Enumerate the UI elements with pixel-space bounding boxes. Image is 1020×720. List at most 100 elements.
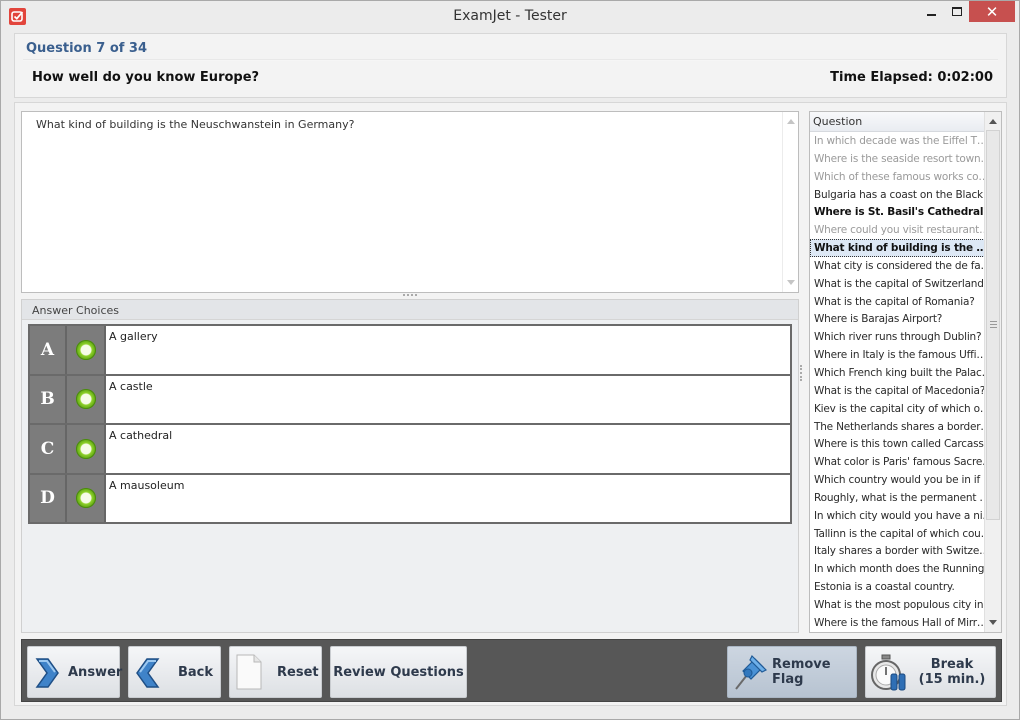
maximize-icon — [952, 7, 962, 16]
break-label-line2: (15 min.) — [918, 672, 986, 687]
horizontal-splitter-handle[interactable] — [403, 294, 417, 297]
time-elapsed: Time Elapsed: 0:02:00 — [830, 70, 993, 85]
choice-letter: A — [30, 326, 67, 374]
vertical-splitter-handle[interactable] — [800, 365, 803, 381]
window-title: ExamJet - Tester — [453, 8, 567, 24]
question-list-item[interactable]: Kiev is the capital city of which o… — [810, 400, 985, 418]
close-icon: ✕ — [985, 3, 999, 21]
choice-radio-cell — [67, 474, 106, 522]
question-list-item[interactable]: Bulgaria has a coast on the Black … — [810, 186, 985, 204]
remove-flag-label: Remove Flag — [772, 657, 831, 687]
reset-label: Reset — [277, 664, 319, 680]
question-list-item[interactable]: Where is the seaside resort town… — [810, 150, 985, 168]
choice-radio-b[interactable] — [75, 389, 96, 410]
close-button[interactable]: ✕ — [969, 1, 1015, 22]
choice-text-cell[interactable]: A mausoleum — [106, 474, 790, 522]
question-list-item[interactable]: Roughly, what is the permanent … — [810, 489, 985, 507]
choice-radio-cell — [67, 425, 106, 473]
choice-text: A castle — [109, 379, 153, 393]
question-list-item[interactable]: Which river runs through Dublin? — [810, 328, 985, 346]
break-label: Break (15 min.) — [916, 657, 988, 687]
scroll-down-icon[interactable] — [989, 620, 997, 625]
choice-radio-c[interactable] — [75, 438, 96, 459]
header-divider — [23, 59, 998, 61]
question-list-item[interactable]: What color is Paris' famous Sacre… — [810, 453, 985, 471]
question-list-item[interactable]: Where could you visit restaurant… — [810, 221, 985, 239]
pushpin-icon — [735, 654, 767, 690]
question-list-item[interactable]: What city is considered the de fa… — [810, 257, 985, 275]
scroll-up-icon[interactable] — [787, 119, 795, 124]
question-list-item[interactable]: Where is this town called Carcass… — [810, 435, 985, 453]
choice-text-cell[interactable]: A castle — [106, 375, 790, 423]
choice-radio-cell — [67, 326, 106, 374]
answer-choice-a[interactable]: A A gallery — [28, 324, 792, 374]
choice-letter: C — [30, 425, 67, 473]
question-list-item[interactable]: In which month does the Running… — [810, 560, 985, 578]
question-list-item[interactable]: What is the capital of Switzerland? — [810, 275, 985, 293]
exam-title: How well do you know Europe? — [32, 70, 260, 85]
choice-text: A mausoleum — [109, 478, 185, 492]
scroll-up-icon[interactable] — [989, 119, 997, 124]
chevron-right-icon — [35, 658, 59, 688]
choice-text-cell[interactable]: A gallery — [106, 326, 790, 374]
question-list-item[interactable]: Where is Barajas Airport? — [810, 310, 985, 328]
choice-radio-a[interactable] — [75, 339, 96, 360]
reset-button[interactable]: Reset — [229, 646, 322, 698]
scrollbar-thumb[interactable] — [986, 130, 1000, 520]
chevron-left-icon — [136, 658, 160, 688]
question-list-item[interactable]: What is the capital of Romania? — [810, 293, 985, 311]
question-list-item[interactable]: In which decade was the Eiffel T… — [810, 132, 985, 150]
choice-radio-d[interactable] — [75, 488, 96, 508]
back-button[interactable]: Back — [128, 646, 221, 698]
question-list-item[interactable]: Where in Italy is the famous Uffi… — [810, 346, 985, 364]
answer-choice-c[interactable]: C A cathedral — [28, 423, 792, 473]
question-list-item[interactable]: What is the capital of Macedonia? — [810, 382, 985, 400]
scroll-down-icon[interactable] — [787, 280, 795, 285]
question-list-item[interactable]: In which city would you have a ni… — [810, 507, 985, 525]
question-column-label: Question — [813, 115, 863, 128]
grip-icon — [990, 321, 997, 328]
question-list-item[interactable]: Which country would you be in if … — [810, 471, 985, 489]
question-list-item[interactable]: Where is St. Basil's Cathedral? — [810, 203, 985, 221]
question-list-item[interactable]: What is the most populous city in… — [810, 596, 985, 614]
question-list-item[interactable]: The Netherlands shares a border… — [810, 418, 985, 436]
main-panel: What kind of building is the Neuschwanst… — [14, 102, 1007, 706]
exam-header: Question 7 of 34 How well do you know Eu… — [14, 33, 1007, 98]
title-bar: ExamJet - Tester ✕ — [1, 1, 1019, 31]
blank-document-icon — [236, 654, 262, 690]
answer-choices-panel: Answer Choices A A gallery B A castle C … — [21, 299, 799, 633]
choice-radio-cell — [67, 375, 106, 423]
question-list-item[interactable]: Italy shares a border with Switze… — [810, 542, 985, 560]
break-button[interactable]: Break (15 min.) — [865, 646, 996, 698]
exam-window: ExamJet - Tester ✕ Question 7 of 34 How … — [0, 0, 1020, 720]
back-label: Back — [178, 664, 214, 680]
answer-choice-b[interactable]: B A castle — [28, 373, 792, 423]
review-questions-label: Review Questions — [333, 664, 464, 680]
answer-choice-d[interactable]: D A mausoleum — [28, 472, 792, 524]
answer-button[interactable]: Answer — [27, 646, 122, 698]
stopwatch-pause-icon — [871, 654, 906, 691]
question-counter: Question 7 of 34 — [26, 41, 148, 56]
answer-choices-header: Answer Choices — [22, 300, 798, 320]
question-list-header[interactable]: Question — [810, 112, 985, 132]
question-text: What kind of building is the Neuschwanst… — [36, 118, 355, 131]
choice-text-cell[interactable]: A cathedral — [106, 425, 790, 473]
choice-text: A cathedral — [109, 429, 173, 442]
question-list-item[interactable]: Estonia is a coastal country. — [810, 578, 985, 596]
question-list-item-current[interactable]: What kind of building is the … — [810, 239, 985, 257]
question-text-box: What kind of building is the Neuschwanst… — [21, 111, 799, 293]
question-list-item[interactable]: Where is the famous Hall of Mirr… — [810, 614, 985, 632]
remove-flag-button[interactable]: Remove Flag — [727, 646, 857, 698]
choice-text: A gallery — [109, 330, 158, 343]
question-scrollbar[interactable] — [782, 112, 798, 292]
question-list-items: In which decade was the Eiffel T… Where i… — [810, 132, 985, 632]
question-list: Question In which decade was the Eiffel … — [809, 111, 1002, 633]
question-list-scrollbar[interactable] — [984, 112, 1001, 632]
question-list-item[interactable]: Which French king built the Palac… — [810, 364, 985, 382]
question-list-item[interactable]: Which of these famous works co… — [810, 168, 985, 186]
review-questions-button[interactable]: Review Questions — [330, 646, 467, 698]
choice-letter: B — [30, 375, 67, 423]
bottom-toolbar: Answer Back Reset Review Questions Remov… — [21, 639, 1002, 702]
answer-choices-label: Answer Choices — [32, 304, 119, 317]
question-list-item[interactable]: Tallinn is the capital of which cou… — [810, 525, 985, 543]
